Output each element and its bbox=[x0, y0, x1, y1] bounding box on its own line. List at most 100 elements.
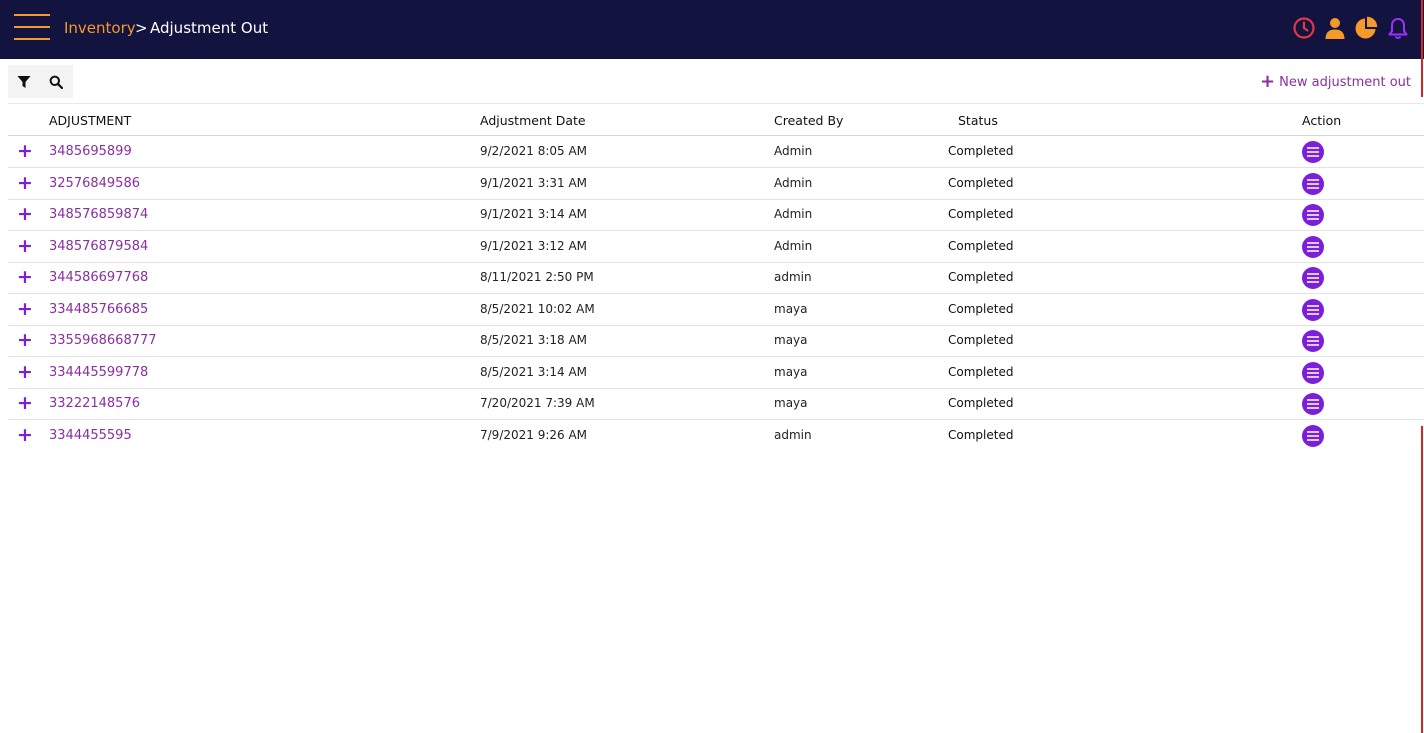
created-by: admin bbox=[774, 427, 812, 442]
column-header-created-by[interactable]: Created By bbox=[774, 113, 843, 128]
table-row: +334445599778 8/5/2021 3:14 AM maya Complet… bbox=[8, 357, 1424, 389]
expand-row-icon[interactable]: + bbox=[17, 394, 33, 413]
status-text: Completed bbox=[948, 396, 1014, 410]
user-icon[interactable] bbox=[1323, 16, 1347, 40]
column-header-adjustment-date[interactable]: Adjustment Date bbox=[480, 113, 586, 128]
adjustment-date: 7/9/2021 9:26 AM bbox=[480, 427, 588, 442]
new-adjustment-out-label: New adjustment out bbox=[1279, 74, 1411, 90]
adjustment-date: 9/2/2021 8:05 AM bbox=[480, 144, 588, 158]
status-text: Completed bbox=[948, 427, 1014, 442]
scroll-indicator-bottom bbox=[1421, 426, 1423, 733]
action-menu-button[interactable] bbox=[1302, 424, 1324, 447]
status-text: Completed bbox=[948, 270, 1014, 284]
created-by: maya bbox=[774, 396, 808, 410]
menu-lines-icon bbox=[1307, 178, 1319, 189]
top-bar: Inventory > Adjustment Out bbox=[0, 0, 1424, 59]
menu-lines-icon bbox=[1307, 304, 1319, 315]
expand-row-icon[interactable]: + bbox=[17, 173, 33, 192]
adjustment-date: 9/1/2021 3:31 AM bbox=[480, 175, 588, 190]
menu-lines-icon bbox=[1307, 336, 1319, 346]
column-header-adjustment[interactable]: ADJUSTMENT bbox=[49, 113, 131, 128]
adjustment-date: 7/20/2021 7:39 AM bbox=[480, 396, 595, 410]
table-row: +334485766685 8/5/2021 10:02 AM maya Comple… bbox=[8, 294, 1424, 326]
adjustment-date: 8/5/2021 3:14 AM bbox=[480, 364, 588, 379]
breadcrumb-inventory[interactable]: Inventory bbox=[64, 18, 136, 38]
expand-row-icon[interactable]: + bbox=[17, 425, 33, 444]
menu-lines-icon bbox=[1307, 147, 1319, 157]
adjustment-link[interactable]: 344586697768 bbox=[49, 270, 148, 285]
table-row: +348576879584 9/1/2021 3:12 AM Admin Comple… bbox=[8, 231, 1424, 263]
menu-lines-icon bbox=[1307, 399, 1319, 409]
filter-button[interactable] bbox=[8, 65, 40, 98]
adjustment-date: 8/5/2021 3:18 AM bbox=[480, 333, 588, 347]
adjustment-link[interactable]: 334485766685 bbox=[49, 302, 148, 317]
status-text: Completed bbox=[948, 333, 1014, 347]
adjustment-link[interactable]: 3355968668777 bbox=[49, 333, 157, 348]
search-icon bbox=[49, 75, 63, 89]
action-menu-button[interactable] bbox=[1302, 141, 1324, 163]
table-header: ADJUSTMENT Adjustment Date Created By St… bbox=[8, 104, 1424, 136]
action-menu-button[interactable] bbox=[1302, 172, 1324, 195]
created-by: maya bbox=[774, 364, 808, 379]
table-row: +3485695899 9/2/2021 8:05 AM Admin Complete… bbox=[8, 136, 1424, 168]
created-by: maya bbox=[774, 333, 808, 347]
created-by: Admin bbox=[774, 144, 813, 158]
expand-row-icon[interactable]: + bbox=[17, 299, 33, 318]
expand-row-icon[interactable]: + bbox=[17, 362, 33, 381]
column-header-status[interactable]: Status bbox=[958, 113, 998, 128]
breadcrumb-separator: > bbox=[135, 19, 148, 37]
pie-chart-icon[interactable] bbox=[1354, 16, 1378, 40]
status-text: Completed bbox=[948, 238, 1014, 253]
menu-lines-icon bbox=[1307, 210, 1319, 220]
table-toolbar bbox=[8, 65, 73, 98]
expand-row-icon[interactable]: + bbox=[17, 205, 33, 224]
menu-lines-icon bbox=[1307, 241, 1319, 252]
scroll-indicator-top bbox=[1421, 0, 1423, 97]
expand-row-icon[interactable]: + bbox=[17, 236, 33, 255]
created-by: Admin bbox=[774, 175, 813, 190]
adjustment-link[interactable]: 334445599778 bbox=[49, 365, 148, 380]
action-menu-button[interactable] bbox=[1302, 204, 1324, 226]
adjustment-link[interactable]: 348576859874 bbox=[49, 207, 148, 222]
created-by: admin bbox=[774, 270, 812, 284]
plus-icon: + bbox=[1260, 71, 1276, 92]
menu-lines-icon bbox=[1307, 367, 1319, 378]
clock-icon[interactable] bbox=[1292, 16, 1316, 40]
table-row: +32576849586 9/1/2021 3:31 AM Admin Complet… bbox=[8, 168, 1424, 200]
action-menu-button[interactable] bbox=[1302, 330, 1324, 352]
action-menu-button[interactable] bbox=[1302, 298, 1324, 321]
menu-lines-icon bbox=[1307, 430, 1319, 441]
table-row: +344586697768 8/11/2021 2:50 PM admin Compl… bbox=[8, 262, 1424, 294]
action-menu-button[interactable] bbox=[1302, 361, 1324, 384]
created-by: Admin bbox=[774, 207, 813, 221]
status-text: Completed bbox=[948, 175, 1014, 190]
adjustment-link[interactable]: 32576849586 bbox=[49, 176, 140, 191]
status-text: Completed bbox=[948, 364, 1014, 379]
adjustment-link[interactable]: 3485695899 bbox=[49, 144, 132, 159]
adjustment-date: 9/1/2021 3:12 AM bbox=[480, 238, 588, 253]
adjustment-link[interactable]: 3344455595 bbox=[49, 428, 132, 443]
page-title: Adjustment Out bbox=[150, 19, 269, 37]
bell-icon[interactable] bbox=[1386, 16, 1410, 40]
action-menu-button[interactable] bbox=[1302, 267, 1324, 289]
action-menu-button[interactable] bbox=[1302, 235, 1324, 258]
adjustment-date: 9/1/2021 3:14 AM bbox=[480, 207, 588, 221]
status-text: Completed bbox=[948, 207, 1014, 221]
status-text: Completed bbox=[948, 301, 1014, 316]
action-menu-button[interactable] bbox=[1302, 393, 1324, 415]
expand-row-icon[interactable]: + bbox=[17, 331, 33, 350]
status-text: Completed bbox=[948, 144, 1014, 158]
menu-icon[interactable] bbox=[14, 12, 50, 42]
search-button[interactable] bbox=[40, 65, 72, 98]
adjustment-link[interactable]: 33222148576 bbox=[49, 396, 140, 411]
expand-row-icon[interactable]: + bbox=[17, 142, 33, 161]
menu-lines-icon bbox=[1307, 273, 1319, 283]
new-adjustment-out-button[interactable]: + New adjustment out bbox=[1260, 72, 1411, 92]
filter-icon bbox=[17, 75, 31, 88]
adjustment-link[interactable]: 348576879584 bbox=[49, 239, 148, 254]
created-by: maya bbox=[774, 301, 808, 316]
table-row: +348576859874 9/1/2021 3:14 AM Admin Comple… bbox=[8, 199, 1424, 231]
expand-row-icon[interactable]: + bbox=[17, 268, 33, 287]
table-row: +33222148576 7/20/2021 7:39 AM maya Complet… bbox=[8, 388, 1424, 420]
column-header-action: Action bbox=[1302, 113, 1342, 128]
